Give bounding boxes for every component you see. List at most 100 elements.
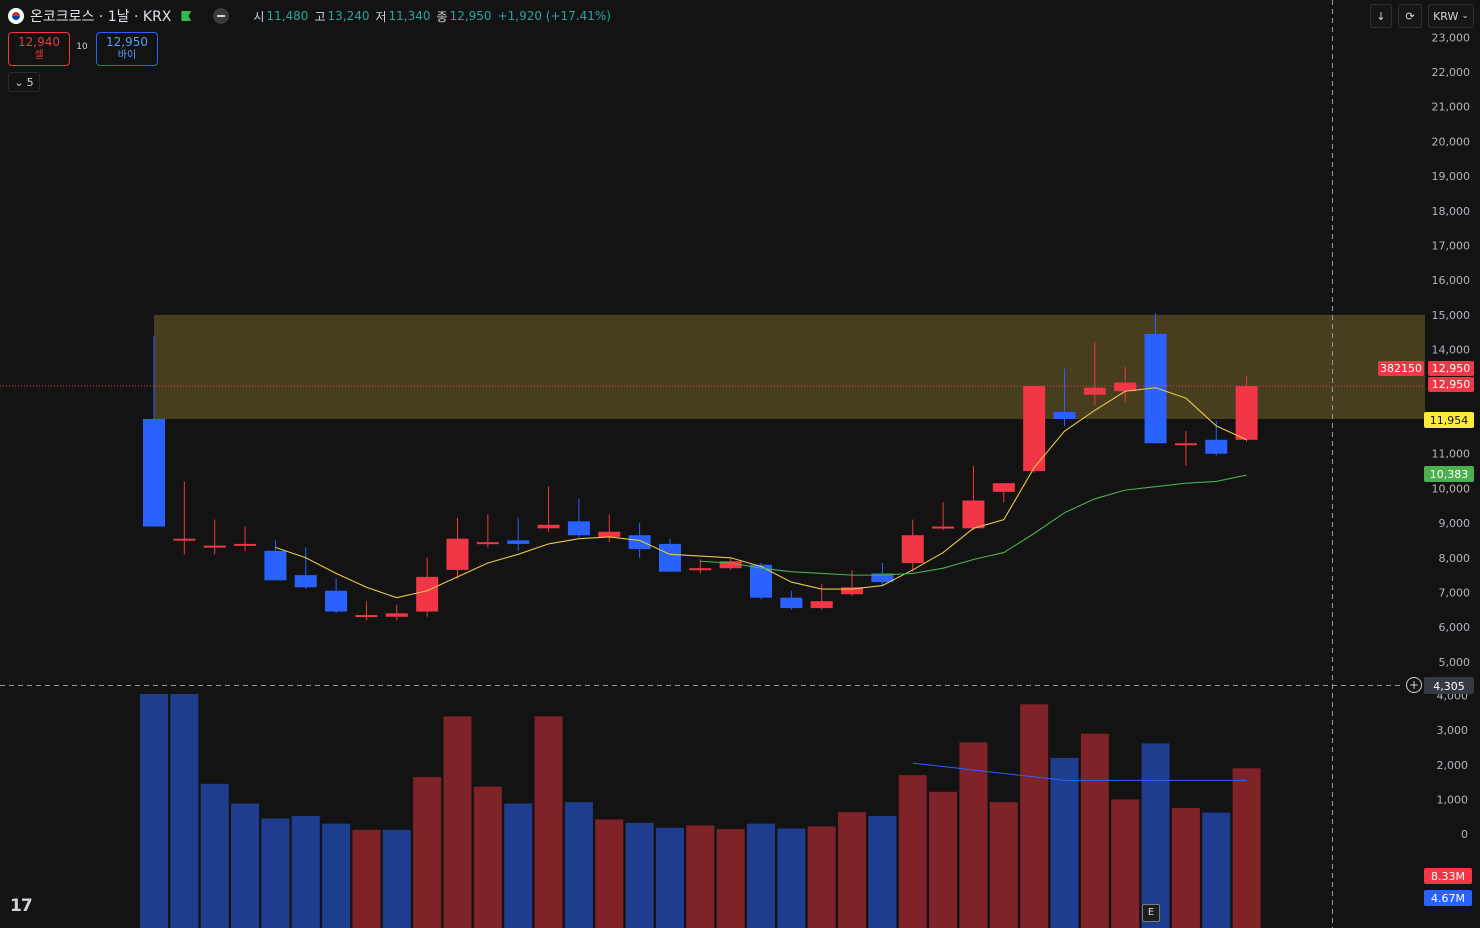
volume-bar (352, 829, 381, 928)
volume-bar (322, 823, 351, 928)
price-axis-tick: 19,000 (1432, 170, 1471, 183)
volume-bar (625, 822, 654, 928)
candle-body (203, 545, 226, 548)
volume-bar (1050, 757, 1079, 928)
volume-bar (231, 803, 260, 928)
volume-bar (413, 776, 442, 928)
volume-bar (140, 694, 168, 928)
currency-select[interactable]: KRW ⌄ (1428, 4, 1474, 28)
symbol-title[interactable]: 온코크로스 · 1날 · KRX (30, 6, 171, 26)
open-value: 11,480 (266, 9, 309, 23)
volume-label: 4.67M (1431, 892, 1465, 905)
price-label: 10,383 (1430, 468, 1469, 481)
bookmark-flag-icon[interactable] (181, 11, 192, 21)
candle-body (1205, 439, 1228, 454)
chart-canvas[interactable]: 5,000 6,000 7,000 8,000 9,000 10,000 11,000 12,… (0, 0, 1480, 928)
tradingview-logo[interactable]: 17 (10, 896, 33, 916)
candle-body (658, 543, 681, 572)
price-axis-tick: 10,000 (1432, 482, 1471, 495)
candle-body (810, 601, 833, 609)
low-label: 저 (375, 9, 387, 24)
price-axis-tick: 5,000 (1439, 656, 1471, 669)
volume-label: 8.33M (1431, 870, 1465, 883)
price-axis-tick: 20,000 (1432, 135, 1471, 148)
price-change: +1,920 (+17.41%) (497, 9, 611, 23)
candle-body (446, 538, 469, 570)
refresh-icon: ⟳ (1405, 9, 1415, 23)
high-value: 13,240 (327, 9, 370, 23)
candle-body (992, 483, 1015, 492)
volume-bar (170, 694, 199, 928)
price-axis-tick: 7,000 (1439, 586, 1471, 599)
candle-body (1083, 387, 1106, 395)
indicators-toggle[interactable]: ⌄ 5 (8, 72, 40, 92)
sell-price: 12,940 (18, 35, 60, 49)
chevron-down-icon: ⌄ (1461, 11, 1469, 21)
volume-bar (473, 786, 502, 928)
close-value: 12,950 (449, 9, 492, 23)
candle-body (567, 521, 590, 536)
add-price-line-icon[interactable]: + (1406, 677, 1422, 693)
candle-body (507, 540, 530, 544)
refresh-button[interactable]: ⟳ (1398, 4, 1422, 28)
open-label: 시 (253, 9, 265, 24)
volume-bar (1202, 812, 1231, 928)
price-axis-tick: 14,000 (1432, 344, 1471, 357)
sell-button[interactable]: 12,940 셀 (8, 32, 70, 66)
price-axis-tick: 16,000 (1432, 274, 1471, 287)
earnings-badge[interactable]: E (1142, 904, 1160, 922)
price-axis-tick: 23,000 (1432, 31, 1471, 44)
volume-bar (504, 803, 533, 928)
volume-bar (200, 783, 229, 928)
candle-body (234, 543, 257, 546)
volume-bar (534, 716, 563, 928)
volume-bar (747, 823, 775, 928)
volume-bar (1020, 704, 1049, 928)
buy-button[interactable]: 12,950 바이 (96, 32, 158, 66)
volume-bar (595, 819, 624, 928)
candle-body (962, 500, 985, 529)
price-axis-tick: 17,000 (1432, 239, 1471, 252)
volume-bar (1141, 743, 1170, 928)
candle-body (1174, 443, 1197, 446)
volume-bar (777, 828, 806, 928)
candle-body (264, 550, 287, 581)
high-label: 고 (314, 9, 326, 24)
close-label: 종 (436, 9, 448, 24)
volume-bar (898, 775, 927, 928)
candle-body (385, 613, 408, 617)
candle-body (143, 418, 165, 527)
collapse-legend-icon[interactable] (213, 8, 230, 24)
buy-price: 12,950 (106, 35, 148, 49)
volume-bar (443, 716, 472, 928)
candle-body (689, 568, 712, 571)
price-axis-tick: 21,000 (1432, 101, 1471, 114)
candle-body (901, 535, 924, 563)
volume-bar (716, 829, 745, 928)
low-value: 11,340 (388, 9, 431, 23)
price-axis-tick: 15,000 (1432, 309, 1471, 322)
volume-bar (1232, 768, 1261, 928)
volume-axis-tick: 3,000 (1437, 724, 1469, 737)
volume-bar (868, 816, 897, 928)
price-label: 12,950 (1432, 362, 1471, 375)
volume-axis-tick: 0 (1461, 828, 1468, 841)
volume-bar (291, 816, 320, 928)
candle-body (1053, 412, 1076, 419)
volume-bar (929, 791, 958, 928)
candle-body (173, 538, 196, 541)
candle-body (780, 597, 803, 609)
price-label: 4,305 (1433, 680, 1465, 693)
volume-bar (989, 802, 1018, 928)
price-axis-tick: 6,000 (1439, 621, 1471, 634)
volume-bar (807, 826, 836, 928)
ma-5-line (275, 387, 1247, 599)
candle-body (932, 526, 955, 529)
price-axis-tick: 18,000 (1432, 205, 1471, 218)
arrow-down-icon: ↓ (1376, 9, 1386, 23)
volume-bar (655, 827, 684, 928)
download-button[interactable]: ↓ (1370, 4, 1392, 28)
candle-body (537, 524, 560, 529)
candle-body (416, 576, 439, 612)
candle-body (750, 564, 772, 598)
